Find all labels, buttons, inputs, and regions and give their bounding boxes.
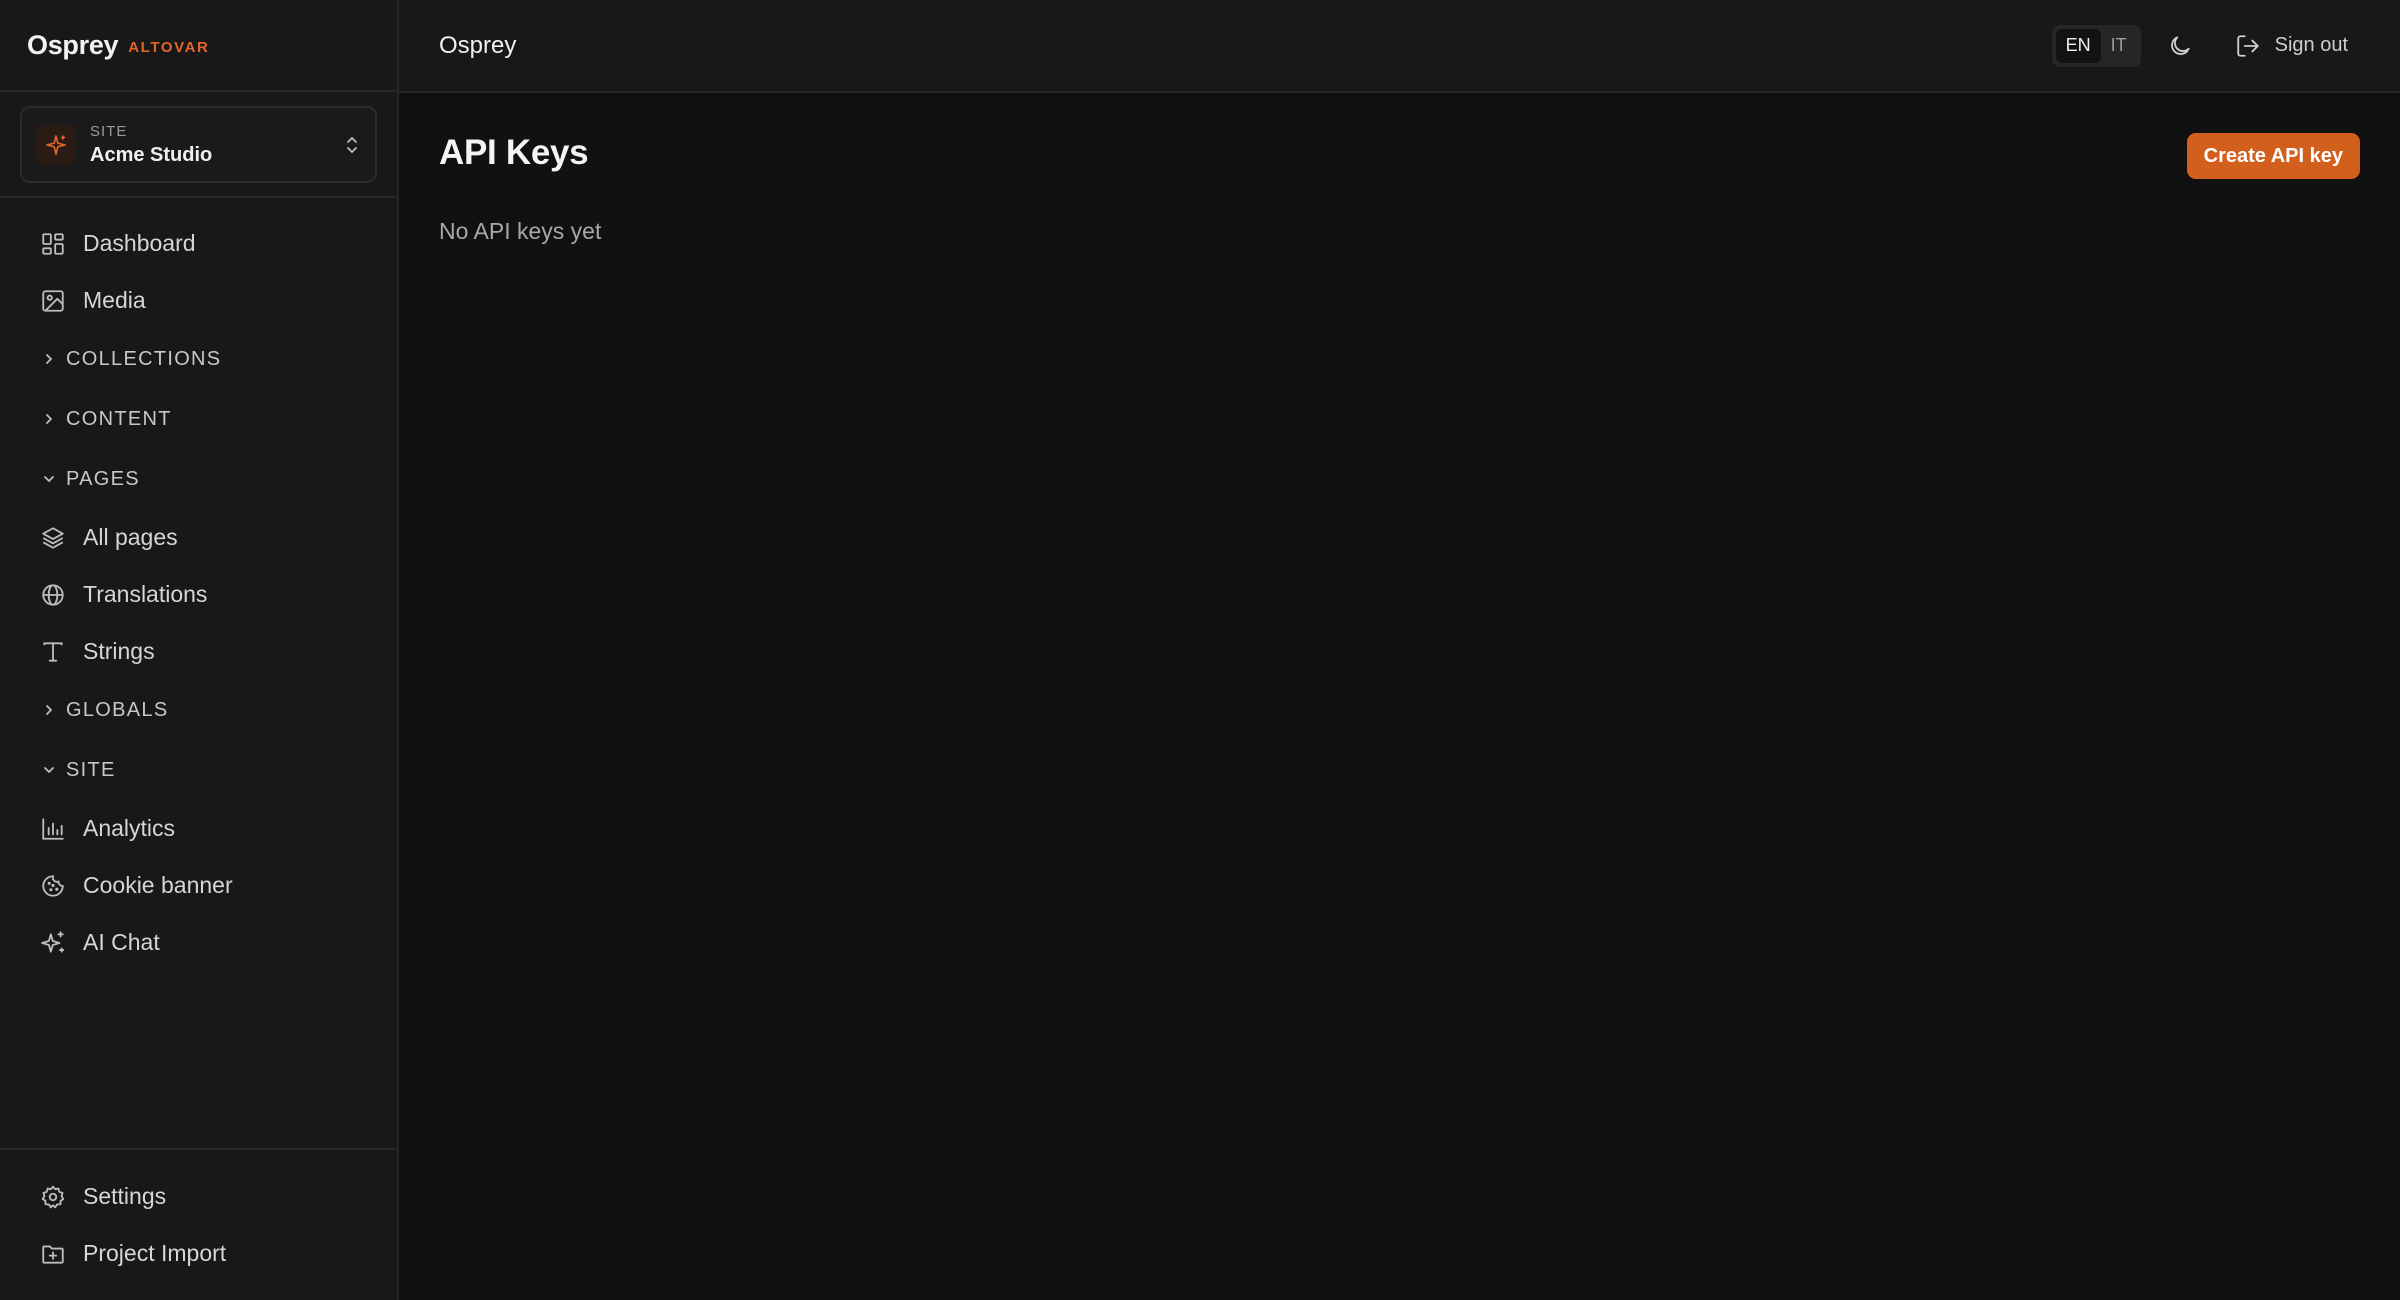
sidebar: Osprey ALTOVAR SITE Acme Studio Dashboar… [0, 0, 399, 1300]
group-pages[interactable]: PAGES [0, 449, 397, 509]
sidebar-item-label: Project Import [83, 1240, 227, 1266]
sidebar-item-translations[interactable]: Translations [0, 566, 397, 623]
create-api-key-button[interactable]: Create API key [2186, 133, 2360, 179]
log-out-icon [2235, 33, 2261, 59]
sidebar-nav: Dashboard Media COLLECTIONS CONTENT PAGE… [0, 198, 397, 1300]
sidebar-item-ai-chat[interactable]: AI Chat [0, 914, 397, 971]
sidebar-item-all-pages[interactable]: All pages [0, 509, 397, 566]
site-name: Acme Studio [90, 143, 213, 166]
bar-chart-icon [40, 816, 66, 842]
group-content[interactable]: CONTENT [0, 389, 397, 449]
gear-icon [40, 1184, 66, 1210]
lang-it-button[interactable]: IT [2101, 29, 2137, 63]
group-globals[interactable]: GLOBALS [0, 680, 397, 740]
sidebar-item-analytics[interactable]: Analytics [0, 800, 397, 857]
brand-tag: ALTOVAR [128, 38, 210, 56]
sidebar-item-label: Media [83, 287, 146, 313]
sign-out-button[interactable]: Sign out [2235, 33, 2348, 59]
sidebar-item-project-import[interactable]: Project Import [0, 1225, 397, 1282]
chevron-down-icon [41, 471, 57, 487]
type-icon [40, 639, 66, 665]
topbar: Osprey EN IT Sign out [399, 0, 2400, 93]
theme-toggle-button[interactable] [2165, 31, 2195, 61]
brand[interactable]: Osprey ALTOVAR [0, 0, 397, 92]
layers-icon [40, 525, 66, 551]
site-switcher-wrap: SITE Acme Studio [0, 92, 397, 198]
group-collections[interactable]: COLLECTIONS [0, 329, 397, 389]
brand-name: Osprey [27, 29, 119, 60]
chevron-right-icon [41, 351, 57, 367]
group-label: GLOBALS [66, 698, 169, 721]
main-area: Osprey EN IT Sign out API Keys Create AP… [399, 0, 2400, 1300]
chevron-down-icon [41, 762, 57, 778]
sidebar-item-strings[interactable]: Strings [0, 623, 397, 680]
sidebar-item-label: Settings [83, 1183, 167, 1209]
empty-state-message: No API keys yet [439, 218, 602, 244]
dashboard-icon [40, 231, 66, 257]
cookie-icon [40, 873, 66, 899]
sidebar-item-label: AI Chat [83, 929, 160, 955]
sparkles-icon [40, 930, 66, 956]
site-switcher-text: SITE Acme Studio [90, 123, 343, 167]
sidebar-item-label: Strings [83, 638, 155, 664]
group-label: PAGES [66, 467, 140, 490]
chevron-up-down-icon [343, 133, 361, 157]
image-icon [40, 288, 66, 314]
sidebar-item-label: Translations [83, 581, 208, 607]
chevron-right-icon [41, 411, 57, 427]
site-switcher[interactable]: SITE Acme Studio [20, 106, 377, 183]
app-root: Osprey ALTOVAR SITE Acme Studio Dashboar… [0, 0, 2400, 1300]
group-label: COLLECTIONS [66, 347, 222, 370]
group-label: CONTENT [66, 407, 172, 430]
topbar-title: Osprey [439, 31, 517, 59]
lang-en-button[interactable]: EN [2055, 28, 2101, 63]
site-label: SITE [90, 122, 128, 140]
sidebar-item-label: Dashboard [83, 230, 196, 256]
sidebar-item-label: All pages [83, 524, 178, 550]
group-label: SITE [66, 758, 116, 781]
sidebar-item-label: Cookie banner [83, 872, 233, 898]
sidebar-footer: Settings Project Import [0, 1148, 397, 1300]
sidebar-item-label: Analytics [83, 815, 176, 841]
sidebar-item-dashboard[interactable]: Dashboard [0, 215, 397, 272]
sidebar-item-cookie-banner[interactable]: Cookie banner [0, 857, 397, 914]
folder-plus-icon [40, 1241, 66, 1267]
sign-out-label: Sign out [2274, 34, 2348, 56]
page-title: API Keys [439, 133, 589, 172]
api-keys-page: API Keys Create API key No API keys yet [399, 93, 2400, 1300]
sidebar-item-media[interactable]: Media [0, 272, 397, 329]
group-site[interactable]: SITE [0, 740, 397, 800]
sparkle-icon [36, 124, 76, 165]
sidebar-item-settings[interactable]: Settings [0, 1168, 397, 1225]
moon-icon [2167, 33, 2193, 59]
chevron-right-icon [41, 702, 57, 718]
globe-icon [40, 582, 66, 608]
language-toggle: EN IT [2051, 24, 2141, 67]
